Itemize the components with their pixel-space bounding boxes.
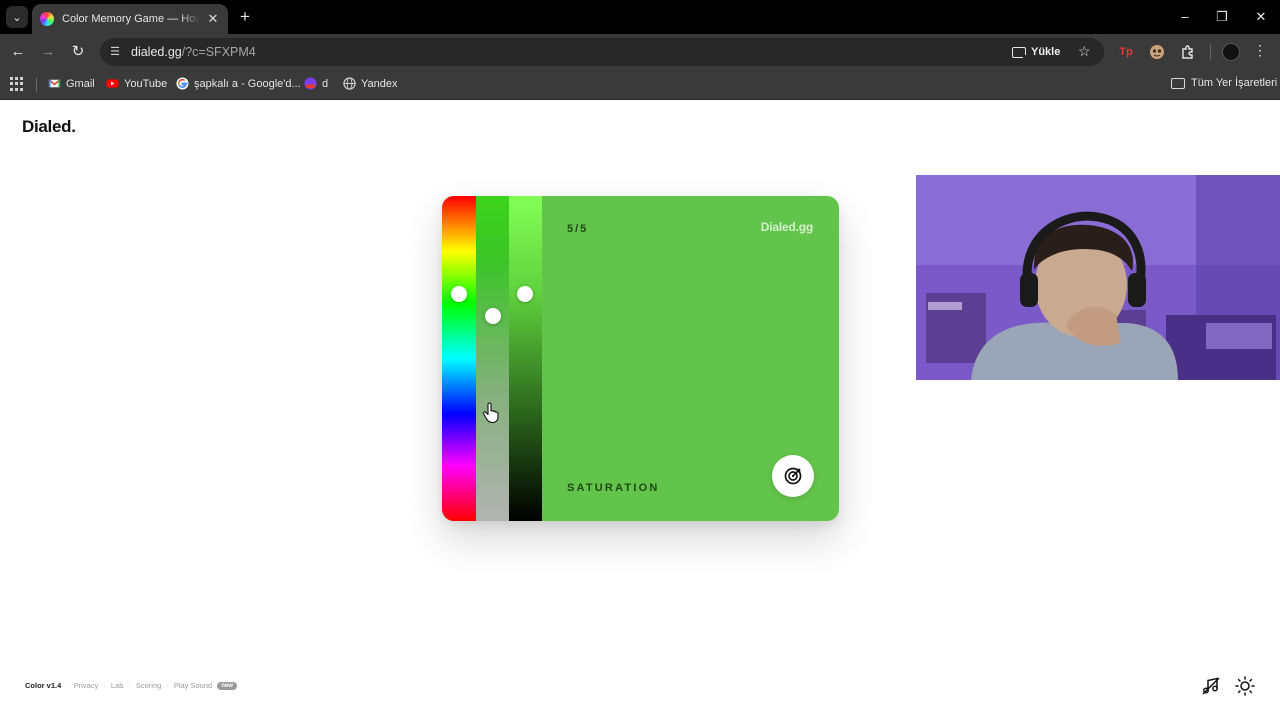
round-counter: 5/5 xyxy=(567,223,589,235)
slider-phase-label: SATURATION xyxy=(567,482,660,494)
reload-button[interactable]: ↻ xyxy=(68,42,88,62)
url-text[interactable]: dialed.gg/?c=SFXPM4 xyxy=(131,45,256,59)
minimize-button[interactable]: – xyxy=(1175,7,1195,27)
footer-separator: · xyxy=(166,681,169,690)
more-menu-icon[interactable]: ⋮ xyxy=(1253,42,1267,59)
color-wheel-icon xyxy=(40,12,54,26)
all-bookmarks-button[interactable]: Tüm Yer İşaretleri xyxy=(1171,77,1277,89)
bookmark-label: Yandex xyxy=(361,77,398,90)
folder-icon xyxy=(1171,77,1185,89)
submit-color-button[interactable] xyxy=(772,455,814,497)
arrow-right-icon: → xyxy=(40,43,56,60)
tab-close-button[interactable]: ✕ xyxy=(206,11,220,27)
url-path: /?c=SFXPM4 xyxy=(181,45,256,59)
extensions-puzzle-icon[interactable] xyxy=(1180,44,1196,60)
webcam-feed-image xyxy=(916,175,1280,380)
chevron-down-icon: ⌄ xyxy=(12,11,22,24)
profile-avatar[interactable] xyxy=(1222,43,1240,61)
bookmark-label: YouTube xyxy=(124,77,168,90)
page-footer: Color v1.4 · Privacy · Lab · Scoring · P… xyxy=(25,681,237,690)
arrow-left-icon: ← xyxy=(10,43,26,60)
hue-slider-handle[interactable] xyxy=(451,285,467,302)
bookmark-d-icon xyxy=(304,77,317,90)
close-window-button[interactable]: ✕ xyxy=(1251,7,1271,27)
hue-slider[interactable] xyxy=(442,196,476,521)
saturation-slider-handle[interactable] xyxy=(485,308,501,325)
apps-grid-icon[interactable] xyxy=(10,77,24,91)
bookmark-youtube[interactable]: YouTube xyxy=(106,77,167,90)
version-label: Color v1.4 xyxy=(25,681,62,690)
tab-strip: ⌄ Color Memory Game — How Well Can You S… xyxy=(0,0,1280,34)
install-app-button[interactable]: Yükle xyxy=(1006,41,1068,63)
theme-toggle-sun-icon[interactable] xyxy=(1234,675,1256,697)
new-tab-button[interactable]: + xyxy=(236,7,254,27)
bookmark-google-search[interactable]: şapkalı a - Google'd... xyxy=(176,77,301,90)
bookmark-label: d xyxy=(322,77,329,90)
saturation-slider[interactable] xyxy=(476,196,509,521)
tab-search-button[interactable]: ⌄ xyxy=(6,6,28,28)
restore-button[interactable]: ❐ xyxy=(1212,7,1232,27)
site-info-icon[interactable]: ☰ xyxy=(108,45,122,59)
tab-title: Color Memory Game — How Well Can You See… xyxy=(62,13,200,25)
browser-toolbar: ← → ↻ ☰ dialed.gg/?c=SFXPM4 Yükle ☆ Tp ⋮ xyxy=(0,34,1280,70)
forward-button[interactable]: → xyxy=(38,42,58,62)
footer-separator: · xyxy=(66,681,69,690)
gmail-icon xyxy=(48,79,61,88)
address-bar[interactable]: ☰ dialed.gg/?c=SFXPM4 Yükle ☆ xyxy=(100,38,1104,66)
footer-link-scoring[interactable]: Scoring xyxy=(136,681,161,690)
footer-link-play-sound[interactable]: Play Sound xyxy=(174,681,212,690)
site-logo[interactable]: Dialed. xyxy=(22,117,76,137)
youtube-icon xyxy=(106,79,119,88)
active-tab[interactable]: Color Memory Game — How Well Can You See… xyxy=(32,4,228,34)
extension-tp-icon[interactable]: Tp xyxy=(1118,44,1134,60)
brightness-slider-handle[interactable] xyxy=(517,285,533,302)
install-icon xyxy=(1012,46,1028,60)
bookmarks-divider xyxy=(36,78,37,92)
bookmark-label: şapkalı a - Google'd... xyxy=(194,77,301,90)
sound-off-icon[interactable] xyxy=(1200,675,1222,697)
back-button[interactable]: ← xyxy=(8,42,28,62)
globe-icon xyxy=(343,77,356,90)
hand-cursor-icon xyxy=(483,402,499,424)
footer-separator: · xyxy=(128,681,131,690)
color-picker-card: 5/5 Dialed.gg SATURATION xyxy=(442,196,839,521)
footer-separator: · xyxy=(103,681,106,690)
bookmark-star-icon[interactable]: ☆ xyxy=(1078,43,1091,60)
footer-link-privacy[interactable]: Privacy xyxy=(74,681,99,690)
target-icon xyxy=(784,467,802,485)
webcam-overlay xyxy=(916,175,1280,380)
bookmarks-bar: Gmail YouTube şapkalı a - Google'd... d … xyxy=(0,70,1280,100)
page-content: Dialed. 5/5 Dialed.gg SATURATION Color v… xyxy=(0,101,1280,720)
bookmark-gmail[interactable]: Gmail xyxy=(48,77,95,90)
bookmark-d[interactable]: d xyxy=(304,77,328,90)
url-host: dialed.gg xyxy=(131,45,182,59)
google-icon xyxy=(176,77,189,90)
toolbar-divider xyxy=(1210,45,1211,59)
all-bookmarks-label: Tüm Yer İşaretleri xyxy=(1191,77,1278,89)
extension-avatar-icon[interactable] xyxy=(1149,44,1165,60)
brightness-slider[interactable] xyxy=(509,196,542,521)
new-badge: new xyxy=(217,681,237,690)
bookmark-yandex[interactable]: Yandex xyxy=(343,77,398,90)
bookmark-label: Gmail xyxy=(66,77,95,90)
footer-link-lab[interactable]: Lab xyxy=(111,681,124,690)
card-brand: Dialed.gg xyxy=(760,220,813,234)
reload-icon: ↻ xyxy=(71,43,85,60)
install-label: Yükle xyxy=(1031,46,1061,58)
